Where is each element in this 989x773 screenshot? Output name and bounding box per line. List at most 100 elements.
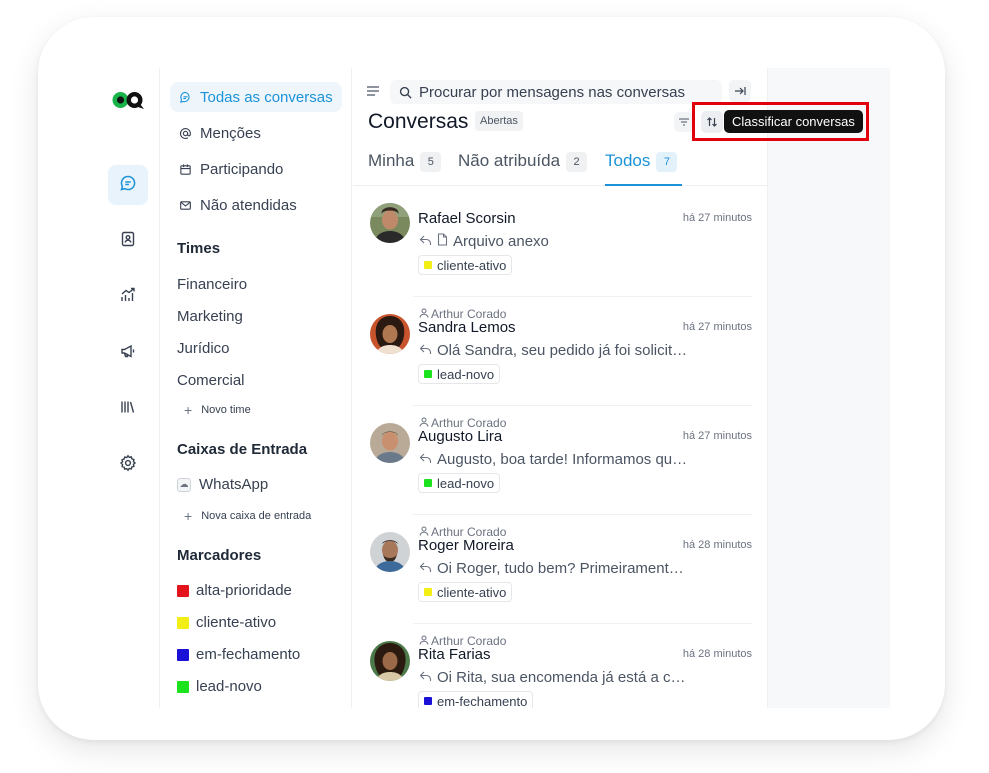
last-message: Oi Rita, sua encomenda já está a caminho bbox=[419, 669, 689, 686]
sidebar-item-label-em-fechamento[interactable]: em-fechamento bbox=[177, 646, 300, 663]
avatar bbox=[370, 203, 410, 243]
label-name: lead-novo bbox=[196, 678, 262, 695]
plus-icon: + bbox=[184, 508, 193, 524]
sidebar-item-team-marketing[interactable]: Marketing bbox=[177, 308, 243, 325]
label-color-swatch bbox=[177, 680, 189, 693]
label-color-swatch bbox=[177, 648, 189, 661]
sidebar-item-team-financeiro[interactable]: Financeiro bbox=[177, 276, 247, 293]
sidebar-item-team-juridico[interactable]: Jurídico bbox=[177, 340, 230, 357]
conversation-label-tag[interactable]: cliente-ativo bbox=[418, 582, 513, 602]
conversation-item[interactable]: Arthur Corado Sandra Lemos há 27 minutos… bbox=[353, 297, 768, 406]
conversation-tabs: Minha 5 Não atribuída 2 Todos 7 bbox=[353, 148, 768, 186]
contact-name: Roger Moreira bbox=[418, 537, 514, 554]
brand-logo bbox=[112, 90, 146, 110]
sidebar-item-inbox-whatsapp[interactable]: ☁ WhatsApp bbox=[177, 476, 268, 493]
tag-label: lead-novo bbox=[437, 475, 495, 491]
contacts-icon bbox=[119, 230, 137, 253]
sidebar-item-mentions[interactable]: Menções bbox=[170, 118, 342, 148]
sidebar-item-label: Todas as conversas bbox=[200, 88, 333, 106]
settings-icon bbox=[119, 454, 137, 477]
sidebar-item-label: Menções bbox=[200, 124, 261, 142]
label-color-swatch bbox=[177, 584, 189, 597]
plus-icon: + bbox=[184, 402, 193, 418]
conversation-label-tag[interactable]: lead-novo bbox=[418, 473, 501, 493]
sidebar-item-team-comercial[interactable]: Comercial bbox=[177, 372, 245, 389]
sidebar-item-label-lead-novo[interactable]: lead-novo bbox=[177, 678, 262, 695]
conversation-item[interactable]: Arthur Corado Rita Farias há 28 minutos … bbox=[353, 624, 768, 708]
filter-button[interactable] bbox=[674, 112, 694, 132]
calendar-icon bbox=[180, 163, 191, 175]
tab-count-badge: 5 bbox=[420, 152, 442, 172]
avatar bbox=[370, 314, 410, 354]
conversation-item[interactable]: Arthur Corado Roger Moreira há 28 minuto… bbox=[353, 515, 768, 624]
last-message: Augusto, boa tarde! Informamos que seu bbox=[419, 451, 689, 468]
tab-label: Não atribuída bbox=[458, 151, 561, 170]
reports-nav-button[interactable] bbox=[108, 277, 148, 317]
last-message: Olá Sandra, seu pedido já foi solicitado bbox=[419, 342, 689, 359]
sidebar-item-all-conversations[interactable]: Todas as conversas bbox=[170, 82, 342, 112]
campaigns-nav-button[interactable] bbox=[108, 333, 148, 373]
status-badge[interactable]: Abertas bbox=[475, 111, 523, 131]
cloud-icon: ☁ bbox=[177, 477, 191, 492]
timestamp: há 27 minutos bbox=[682, 212, 752, 224]
message-preview: Augusto, boa tarde! Informamos que seu bbox=[437, 451, 689, 468]
message-preview: Oi Roger, tudo bem? Primeiramente gostar… bbox=[437, 560, 689, 577]
conversation-label-tag[interactable]: lead-novo bbox=[418, 364, 501, 384]
teams-heading: Times bbox=[177, 240, 221, 257]
inboxes-heading: Caixas de Entrada bbox=[177, 441, 308, 458]
library-nav-button[interactable] bbox=[108, 389, 148, 429]
tab-minha[interactable]: Minha 5 bbox=[368, 148, 442, 186]
sidebar-item-label: Participando bbox=[200, 160, 284, 178]
tab-label: Todos bbox=[605, 151, 651, 170]
conversations-icon bbox=[119, 174, 137, 197]
conversation-label-tag[interactable]: em-fechamento bbox=[418, 691, 534, 708]
settings-nav-button[interactable] bbox=[108, 445, 148, 485]
campaigns-icon bbox=[119, 342, 137, 365]
sidebar-item-unattended[interactable]: Não atendidas bbox=[170, 190, 342, 220]
conversations-sidebar: Todas as conversas Menções Participando … bbox=[159, 68, 352, 708]
conversation-detail-pane bbox=[768, 68, 890, 708]
collapse-panel-button[interactable] bbox=[729, 80, 751, 102]
arrow-right-to-line-icon bbox=[735, 87, 746, 95]
new-team-button[interactable]: + Novo time bbox=[184, 402, 251, 418]
menu-icon[interactable] bbox=[367, 86, 379, 96]
label-color-dot bbox=[424, 697, 432, 705]
labels-heading: Marcadores bbox=[177, 547, 262, 564]
reply-arrow-icon bbox=[419, 560, 432, 577]
sidebar-item-label-alta-prioridade[interactable]: alta-prioridade bbox=[177, 582, 292, 599]
reports-icon bbox=[119, 286, 137, 309]
new-inbox-button[interactable]: + Nova caixa de entrada bbox=[184, 508, 311, 524]
inbox-label: WhatsApp bbox=[199, 476, 269, 493]
conversation-item[interactable]: Arthur Corado Augusto Lira há 27 minutos… bbox=[353, 406, 768, 515]
label-color-dot bbox=[424, 370, 432, 378]
contact-name: Sandra Lemos bbox=[418, 319, 516, 336]
reply-arrow-icon bbox=[419, 451, 432, 468]
search-input[interactable] bbox=[419, 83, 699, 101]
new-team-label: Novo time bbox=[201, 404, 251, 416]
tab-todos[interactable]: Todos 7 bbox=[605, 148, 682, 186]
search-box[interactable] bbox=[390, 80, 722, 104]
sidebar-item-participating[interactable]: Participando bbox=[170, 154, 342, 184]
tab-nao-atribuida[interactable]: Não atribuída 2 bbox=[458, 148, 588, 186]
conversation-label-tag[interactable]: cliente-ativo bbox=[418, 255, 513, 275]
sort-tooltip: Classificar conversas bbox=[724, 110, 863, 133]
avatar bbox=[370, 423, 410, 463]
at-sign-icon bbox=[179, 127, 191, 139]
message-preview: Olá Sandra, seu pedido já foi solicitado bbox=[437, 342, 689, 359]
avatar bbox=[370, 641, 410, 681]
timestamp: há 27 minutos bbox=[682, 430, 752, 442]
label-name: cliente-ativo bbox=[196, 614, 277, 631]
label-color-dot bbox=[424, 261, 432, 269]
contact-name: Augusto Lira bbox=[418, 428, 503, 445]
tab-label: Minha bbox=[368, 151, 415, 170]
conversations-nav-button[interactable] bbox=[108, 165, 148, 205]
contacts-nav-button[interactable] bbox=[108, 221, 148, 261]
conversation-item[interactable]: Rafael Scorsin há 27 minutos Arquivo ane… bbox=[353, 188, 768, 297]
chat-bubble-icon bbox=[180, 91, 190, 103]
label-color-swatch bbox=[177, 616, 189, 629]
sidebar-item-label-cliente-ativo[interactable]: cliente-ativo bbox=[177, 614, 276, 631]
tag-label: lead-novo bbox=[437, 366, 495, 382]
message-preview: Arquivo anexo bbox=[453, 233, 549, 250]
label-color-dot bbox=[424, 588, 432, 596]
page-title: Conversas bbox=[368, 110, 469, 133]
